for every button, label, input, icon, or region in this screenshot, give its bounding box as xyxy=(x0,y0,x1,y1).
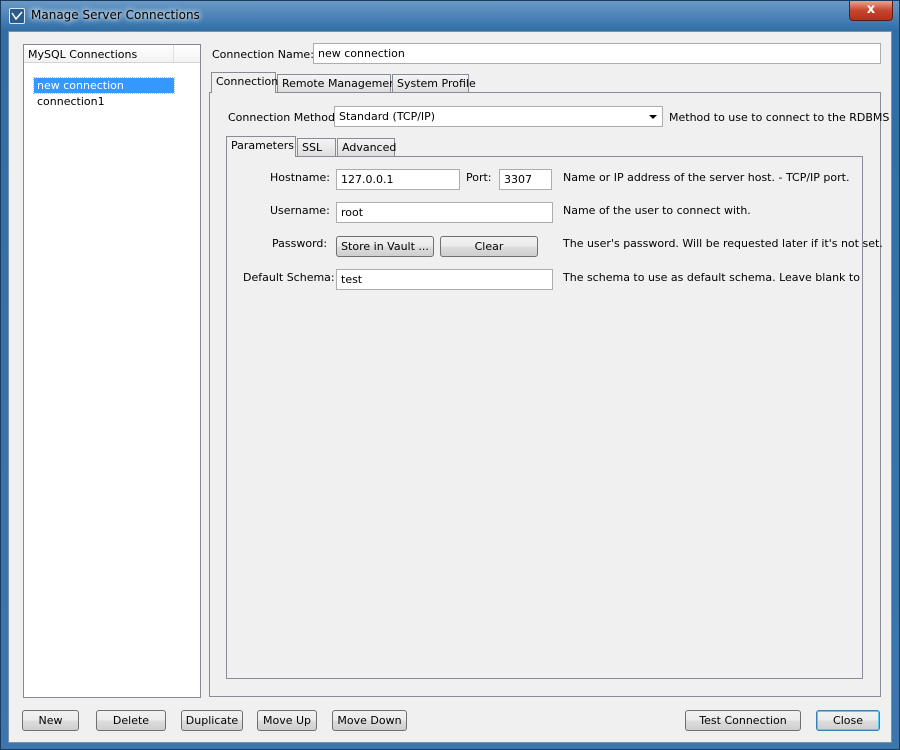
chevron-down-icon xyxy=(649,115,657,119)
connection-method-value: Standard (TCP/IP) xyxy=(339,110,436,123)
close-button[interactable]: Close xyxy=(816,710,880,731)
window-close-button[interactable]: x xyxy=(849,1,893,21)
tab-connection[interactable]: Connection xyxy=(211,72,278,93)
hostname-help: Name or IP address of the server host. -… xyxy=(563,171,850,184)
password-help: The user's password. Will be requested l… xyxy=(563,237,883,250)
tab-advanced[interactable]: Advanced xyxy=(337,138,396,157)
connection-item-new-connection[interactable]: new connection xyxy=(33,77,175,94)
move-up-button[interactable]: Move Up xyxy=(257,710,317,731)
default-schema-label: Default Schema: xyxy=(243,271,335,284)
move-down-button[interactable]: Move Down xyxy=(332,710,407,731)
window-title: Manage Server Connections xyxy=(31,8,200,22)
username-label: Username: xyxy=(270,204,330,217)
username-help: Name of the user to connect with. xyxy=(563,204,751,217)
title-bar[interactable]: Manage Server Connections x xyxy=(1,1,899,31)
tab-parameters[interactable]: Parameters xyxy=(226,136,296,157)
port-label: Port: xyxy=(466,171,492,184)
password-label: Password: xyxy=(272,237,328,250)
mysql-workbench-icon xyxy=(9,8,25,24)
connections-list-header: MySQL Connections xyxy=(24,45,200,63)
connection-name-field[interactable]: new connection xyxy=(313,43,881,64)
clear-password-button[interactable]: Clear xyxy=(440,236,538,257)
connection-tab-panel: Connection Method: Standard (TCP/IP) Met… xyxy=(209,92,889,697)
close-icon: x xyxy=(866,2,876,17)
port-field[interactable]: 3307 xyxy=(499,169,552,190)
tab-ssl[interactable]: SSL xyxy=(297,138,336,157)
store-in-vault-button[interactable]: Store in Vault ... xyxy=(336,236,434,257)
connection-item-connection1[interactable]: connection1 xyxy=(34,94,108,109)
tab-remote-management[interactable]: Remote Management xyxy=(277,74,400,93)
default-schema-help: The schema to use as default schema. Lea… xyxy=(563,271,861,284)
connection-method-help: Method to use to connect to the RDBMS xyxy=(669,111,890,124)
parameters-tab-panel: Hostname: 127.0.0.1 Port: 3307 Name or I… xyxy=(226,156,883,679)
default-schema-field[interactable]: test xyxy=(336,269,553,290)
connection-method-select[interactable]: Standard (TCP/IP) xyxy=(334,106,663,127)
connections-list[interactable]: MySQL Connections new connection connect… xyxy=(23,44,201,698)
dialog-window: Manage Server Connections x MySQL Connec… xyxy=(0,0,900,750)
dialog-client-area: MySQL Connections new connection connect… xyxy=(8,31,892,743)
connection-method-label: Connection Method: xyxy=(228,111,339,124)
username-field[interactable]: root xyxy=(336,202,553,223)
hostname-label: Hostname: xyxy=(270,171,330,184)
delete-button[interactable]: Delete xyxy=(96,710,166,731)
hostname-field[interactable]: 127.0.0.1 xyxy=(336,169,460,190)
new-button[interactable]: New xyxy=(22,710,79,731)
connection-name-label: Connection Name: xyxy=(212,48,314,61)
tab-system-profile[interactable]: System Profile xyxy=(392,74,476,93)
test-connection-button[interactable]: Test Connection xyxy=(685,710,801,731)
duplicate-button[interactable]: Duplicate xyxy=(181,710,243,731)
